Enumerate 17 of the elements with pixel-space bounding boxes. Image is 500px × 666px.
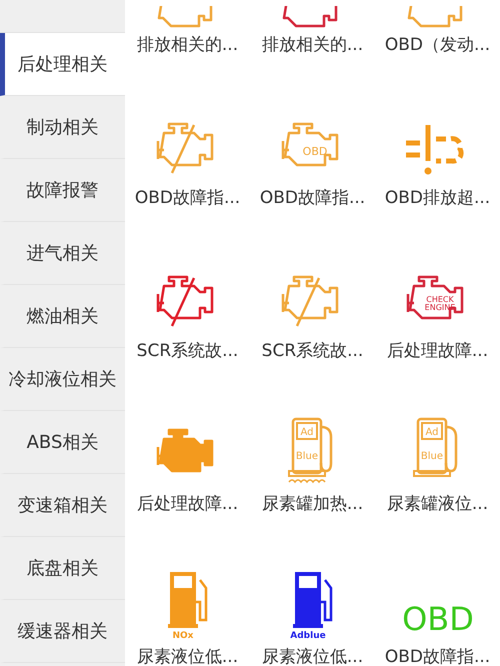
warning-light-label[interactable]: 后处理故障... bbox=[136, 493, 238, 515]
warning-light-label[interactable]: 排放相关的... bbox=[136, 34, 238, 56]
warning-light-label[interactable]: OBD故障指... bbox=[384, 646, 490, 666]
category-item[interactable]: 后处理相关 bbox=[0, 33, 125, 96]
warning-light-label[interactable]: 尿素罐加热... bbox=[262, 493, 364, 515]
warning-light-label[interactable]: OBD排放超... bbox=[384, 187, 490, 209]
warning-light-label[interactable]: OBD故障指... bbox=[260, 187, 366, 209]
warning-light-label[interactable]: 排放相关的... bbox=[262, 34, 364, 56]
warning-light-label[interactable]: 尿素液位低... bbox=[136, 646, 238, 666]
warning-light-label[interactable]: SCR系统故... bbox=[136, 340, 238, 362]
warning-light-label[interactable]: 后处理故障... bbox=[386, 340, 488, 362]
obd-icon: OBD bbox=[400, 590, 476, 640]
warning-light-label[interactable]: OBD（发动... bbox=[384, 34, 490, 56]
warning-light-label[interactable]: OBD故障指... bbox=[134, 187, 240, 209]
warning-light-label[interactable]: SCR系统故... bbox=[262, 340, 364, 362]
warning-light-label[interactable]: 尿素罐液位... bbox=[386, 493, 488, 515]
warning-light-label[interactable]: 尿素液位低... bbox=[262, 646, 364, 666]
